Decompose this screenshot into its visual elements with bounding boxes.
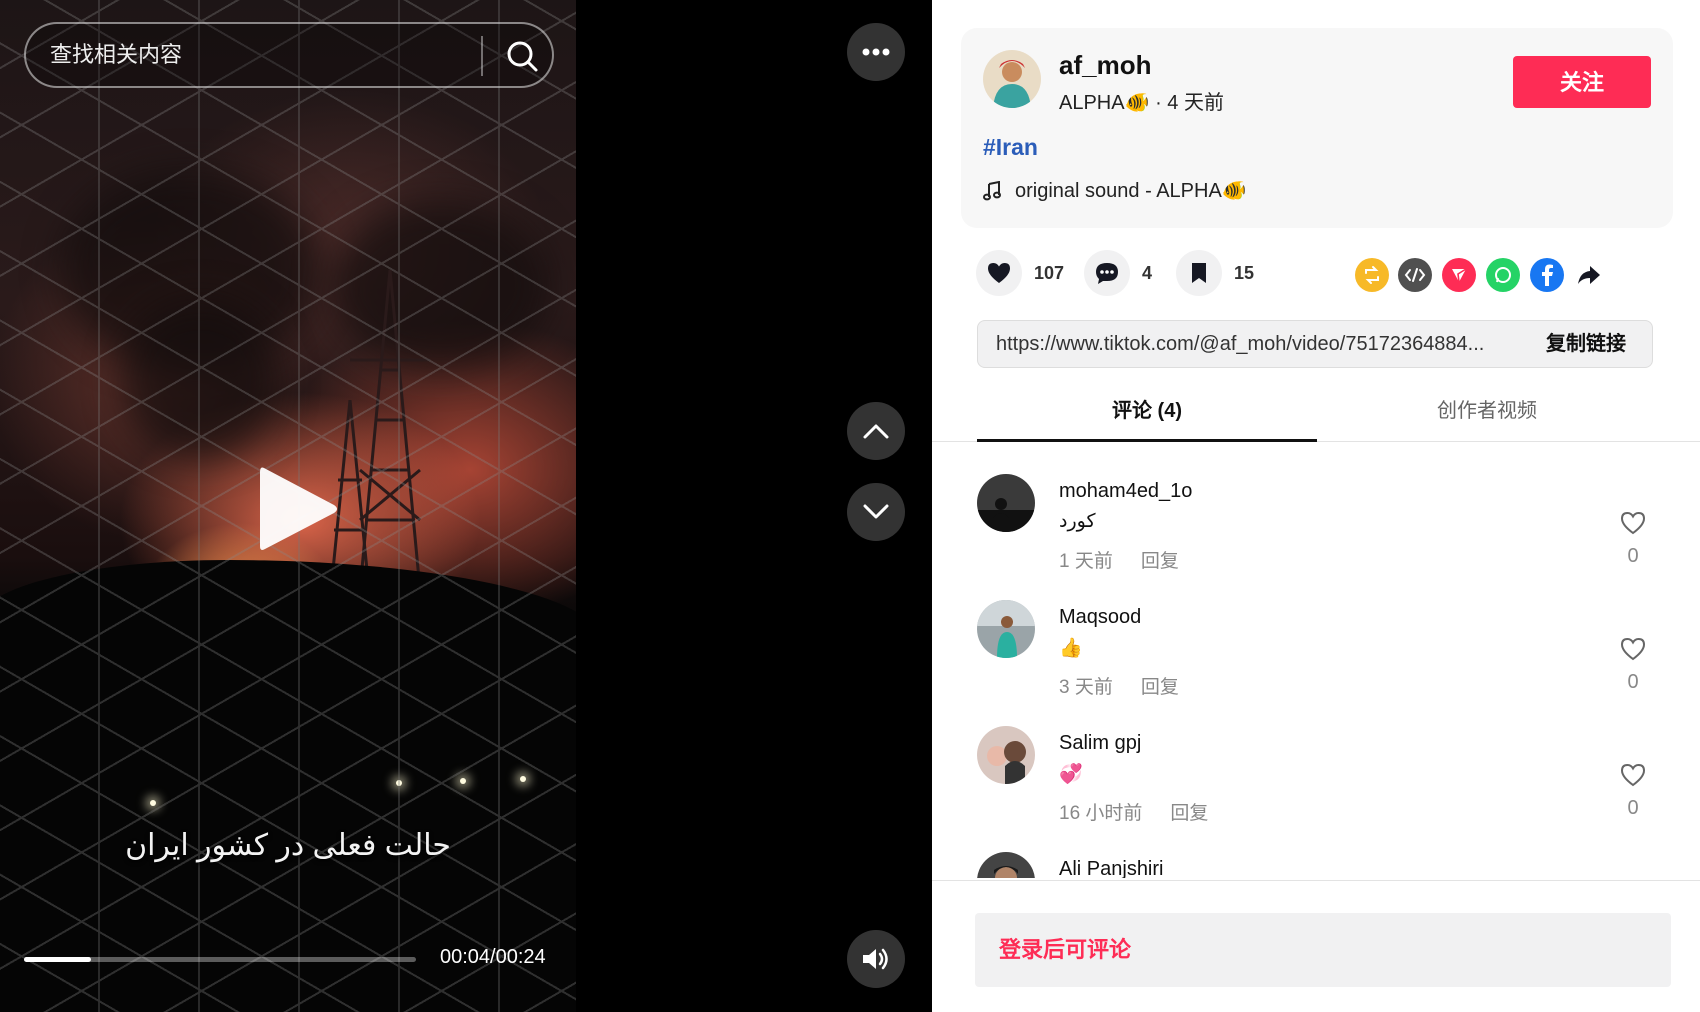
search-input[interactable]: 查找相关内容 [50, 24, 182, 86]
search-divider [481, 36, 483, 76]
copy-link-button[interactable]: 复制链接 [1546, 321, 1626, 367]
hashtag-link[interactable]: #Iran [983, 134, 1038, 161]
panel-tabs: 评论 (4) 创作者视频 [932, 392, 1700, 442]
comment-button[interactable]: 4 [1084, 250, 1152, 296]
commenter-name[interactable]: Ali Panjshiri [1059, 858, 1163, 878]
follow-button[interactable]: 关注 [1513, 56, 1651, 108]
tab-comments[interactable]: 评论 (4) [977, 392, 1317, 442]
previous-video-button[interactable] [847, 402, 905, 460]
facebook-icon[interactable] [1530, 258, 1564, 292]
video-progress-fill [24, 957, 91, 962]
comment-meta: 16 小时前 回复 [1059, 798, 1208, 825]
comment-time: 3 天前 [1059, 677, 1113, 698]
whatsapp-icon[interactable] [1486, 258, 1520, 292]
reply-button[interactable]: 回复 [1141, 546, 1179, 573]
share-link-box: https://www.tiktok.com/@af_moh/video/751… [977, 320, 1653, 368]
commenter-avatar[interactable] [977, 474, 1035, 532]
comment-time: 1 天前 [1059, 551, 1113, 572]
play-icon[interactable] [256, 462, 340, 556]
commenter-name[interactable]: Salim gpj [1059, 732, 1141, 755]
share-arrow-icon[interactable] [1572, 258, 1606, 292]
send-to-friends-icon[interactable] [1442, 258, 1476, 292]
chevron-up-icon [863, 424, 889, 439]
author-avatar[interactable] [983, 50, 1041, 108]
commenter-avatar[interactable] [977, 600, 1035, 658]
music-link[interactable]: original sound - ALPHA🐠 [983, 178, 1247, 203]
like-count: 107 [1034, 262, 1065, 283]
music-title: original sound - ALPHA🐠 [1015, 180, 1247, 202]
comment-like-button[interactable]: 0 [1613, 636, 1653, 694]
heart-outline-icon [1620, 637, 1646, 661]
author-card: af_moh ALPHA🐠 · 4 天前 关注 #Iran original s… [961, 28, 1673, 228]
reply-button[interactable]: 回复 [1141, 672, 1179, 699]
detail-panel: af_moh ALPHA🐠 · 4 天前 关注 #Iran original s… [932, 0, 1700, 1012]
repost-icon[interactable] [1355, 258, 1389, 292]
comment-text: 💞 [1059, 764, 1083, 785]
search-icon[interactable] [500, 34, 544, 78]
comment-text: کورد [1059, 511, 1096, 532]
login-to-comment-button[interactable]: 登录后可评论 [975, 913, 1671, 987]
post-time: · 4 天前 [1155, 92, 1224, 114]
save-button[interactable]: 15 [1176, 250, 1254, 296]
comment-meta: 1 天前 回复 [1059, 546, 1179, 573]
more-dots-icon [862, 48, 890, 56]
tab-creator-videos[interactable]: 创作者视频 [1317, 392, 1657, 442]
heart-outline-icon [1620, 511, 1646, 535]
comment-bubble-icon [1084, 250, 1130, 296]
volume-button[interactable] [847, 930, 905, 988]
comment-list: moham4ed_1o کورد 1 天前 回复 0 Maqsood 👍 3 天… [932, 460, 1700, 878]
search-bar[interactable]: 查找相关内容 [24, 22, 554, 88]
next-video-button[interactable] [847, 483, 905, 541]
save-count: 15 [1234, 262, 1255, 283]
commenter-avatar[interactable] [977, 852, 1035, 878]
embed-code-icon[interactable] [1398, 258, 1432, 292]
comment-item: Salim gpj 💞 16 小时前 回复 0 [977, 712, 1657, 832]
author-meta: ALPHA🐠 · 4 天前 [1059, 86, 1224, 115]
author-nickname: ALPHA🐠 [1059, 92, 1150, 114]
share-link-url[interactable]: https://www.tiktok.com/@af_moh/video/751… [996, 321, 1516, 367]
comment-time: 16 小时前 [1059, 803, 1143, 824]
video-time: 00:04/00:24 [440, 946, 546, 968]
bookmark-icon [1176, 250, 1222, 296]
commenter-name[interactable]: Maqsood [1059, 606, 1141, 629]
volume-icon [863, 948, 888, 970]
video-stage: حالت فعلی در کشور ایران 查找相关内容 00:04/00:… [0, 0, 932, 1012]
comment-item: moham4ed_1o کورد 1 天前 回复 0 [977, 460, 1657, 580]
commenter-avatar[interactable] [977, 726, 1035, 784]
comment-like-count: 0 [1627, 797, 1639, 819]
chevron-down-icon [863, 504, 889, 519]
reply-button[interactable]: 回复 [1170, 798, 1208, 825]
comment-item: Ali Panjshiri [977, 838, 1657, 878]
video-caption: حالت فعلی در کشور ایران [125, 829, 451, 862]
heart-outline-icon [1620, 763, 1646, 787]
commenter-name[interactable]: moham4ed_1o [1059, 480, 1192, 503]
comment-like-button[interactable]: 0 [1613, 510, 1653, 568]
comment-like-button[interactable]: 0 [1613, 762, 1653, 820]
comment-item: Maqsood 👍 3 天前 回复 0 [977, 586, 1657, 706]
more-options-button[interactable] [847, 23, 905, 81]
comment-count: 4 [1142, 262, 1153, 283]
video-progress-bar[interactable] [24, 957, 416, 962]
comment-text: 👍 [1059, 638, 1083, 659]
music-note-icon [983, 180, 1001, 200]
comment-footer: 登录后可评论 [932, 880, 1700, 1012]
author-username[interactable]: af_moh [1059, 50, 1151, 81]
comment-like-count: 0 [1627, 545, 1639, 567]
comment-like-count: 0 [1627, 671, 1639, 693]
comment-meta: 3 天前 回复 [1059, 672, 1179, 699]
like-button[interactable]: 107 [976, 250, 1064, 296]
heart-icon [976, 250, 1022, 296]
